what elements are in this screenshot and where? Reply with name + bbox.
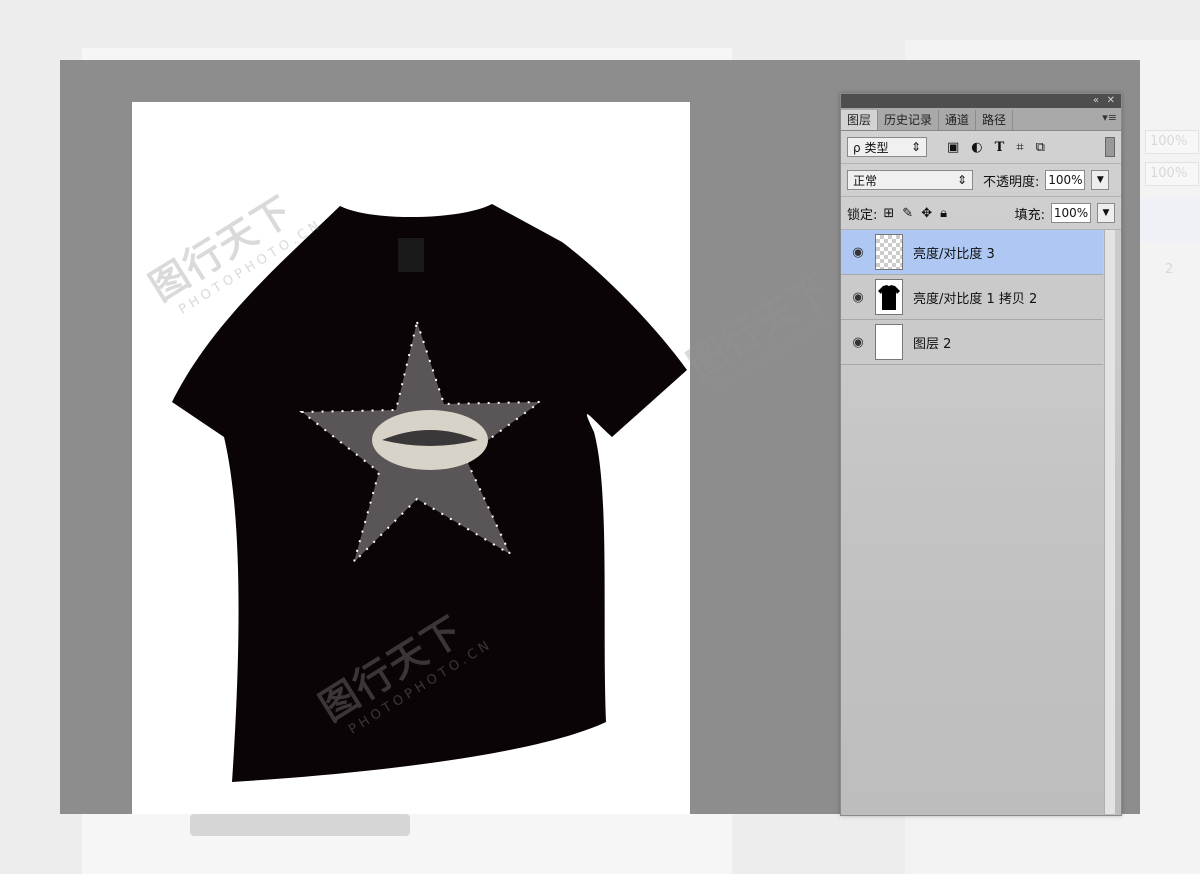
select-arrows-icon: ⇕ bbox=[910, 140, 921, 154]
panel-tabs: 图层 历史记录 通道 路径 ▾≡ bbox=[841, 108, 1121, 131]
tshirt-artwork bbox=[172, 204, 687, 782]
ghost-opacity-box: 100% bbox=[1145, 130, 1199, 154]
document-canvas[interactable]: 图行天下 PHOTOPHOTO.CN 图行天下 PHOTOPHOTO.CN bbox=[132, 102, 690, 814]
panel-menu-icon[interactable]: ▾≡ bbox=[1102, 111, 1117, 124]
layer-name: 亮度/对比度 3 bbox=[913, 246, 995, 262]
tab-history[interactable]: 历史记录 bbox=[878, 110, 940, 130]
layer-thumbnail bbox=[875, 279, 903, 315]
brush-stroke bbox=[190, 814, 410, 836]
type-filter-icon[interactable]: T bbox=[995, 140, 1005, 155]
tab-paths[interactable]: 路径 bbox=[976, 110, 1014, 130]
layer-name: 图层 2 bbox=[913, 336, 952, 352]
collapse-icon[interactable]: « bbox=[1093, 94, 1099, 108]
lock-brush-icon[interactable]: ✎ bbox=[902, 206, 913, 221]
filter-kind-label: 类型 bbox=[864, 140, 889, 155]
shape-filter-icon[interactable]: ⌗ bbox=[1016, 140, 1023, 155]
close-icon[interactable]: ✕ bbox=[1107, 94, 1115, 108]
ghost-opacity-text: 100% bbox=[1150, 134, 1188, 149]
blend-mode-value: 正常 bbox=[853, 173, 878, 188]
filter-icons: ▣ ◐ T ⌗ ⧉ bbox=[947, 140, 1045, 155]
filter-toggle-icon[interactable] bbox=[1105, 137, 1115, 157]
image-filter-icon[interactable]: ▣ bbox=[947, 140, 959, 155]
lock-move-icon[interactable]: ✥ bbox=[921, 206, 932, 221]
visibility-eye-icon[interactable]: ◉ bbox=[841, 335, 875, 350]
lock-transparent-icon[interactable]: ⊞ bbox=[883, 206, 894, 221]
ghost-digit: 2 bbox=[1165, 262, 1174, 277]
neck-tag bbox=[398, 238, 424, 272]
visibility-eye-icon[interactable]: ◉ bbox=[841, 290, 875, 305]
fill-field[interactable]: 100% bbox=[1051, 203, 1091, 223]
lock-all-icon[interactable]: 🔒︎ bbox=[940, 206, 947, 221]
layer-row[interactable]: ◉ 图层 2 bbox=[841, 320, 1103, 365]
search-icon: ρ bbox=[853, 140, 861, 155]
panel-titlebar: « ✕ bbox=[841, 94, 1121, 108]
fill-dropdown-icon[interactable]: ▼ bbox=[1097, 203, 1115, 223]
ghost-fill-text: 100% bbox=[1150, 166, 1188, 181]
ghost-fill-box: 100% bbox=[1145, 162, 1199, 186]
select-arrows-icon: ⇕ bbox=[956, 173, 967, 187]
filter-row: ρ 类型 ⇕ ▣ ◐ T ⌗ ⧉ bbox=[841, 131, 1121, 164]
tab-channels[interactable]: 通道 bbox=[939, 110, 977, 130]
lock-row: 锁定: ⊞ ✎ ✥ 🔒︎ 填充: 100% ▼ bbox=[841, 197, 1121, 230]
layers-list: ◉ 亮度/对比度 3 ◉ 亮度/对比度 1 拷贝 2 ◉ 图层 2 bbox=[841, 230, 1121, 365]
opacity-label: 不透明度: bbox=[983, 174, 1040, 190]
smart-object-filter-icon[interactable]: ⧉ bbox=[1036, 140, 1045, 155]
filter-kind-select[interactable]: ρ 类型 ⇕ bbox=[847, 137, 927, 157]
layers-panel: « ✕ 图层 历史记录 通道 路径 ▾≡ ρ 类型 ⇕ ▣ ◐ T ⌗ ⧉ 正常… bbox=[840, 93, 1122, 816]
layer-row[interactable]: ◉ 亮度/对比度 1 拷贝 2 bbox=[841, 275, 1103, 320]
layer-row[interactable]: ◉ 亮度/对比度 3 bbox=[841, 230, 1103, 275]
opacity-field[interactable]: 100% bbox=[1045, 170, 1086, 190]
blend-row: 正常 ⇕ 不透明度: 100% ▼ bbox=[841, 164, 1121, 197]
watermark: 图行天下PHOTOPHOTO.CN bbox=[675, 248, 863, 402]
blend-mode-select[interactable]: 正常 ⇕ bbox=[847, 170, 973, 190]
watermark-main: 图行天下 bbox=[679, 264, 839, 388]
adjustment-filter-icon[interactable]: ◐ bbox=[971, 140, 982, 155]
fill-label: 填充: bbox=[1014, 207, 1045, 223]
layer-name: 亮度/对比度 1 拷贝 2 bbox=[913, 291, 1038, 307]
tshirt-thumb-icon bbox=[878, 285, 900, 310]
tab-layers[interactable]: 图层 bbox=[841, 110, 879, 130]
layer-thumbnail bbox=[875, 234, 903, 270]
layer-thumbnail bbox=[875, 324, 903, 360]
lock-icons: ⊞ ✎ ✥ 🔒︎ bbox=[883, 206, 947, 221]
opacity-dropdown-icon[interactable]: ▼ bbox=[1091, 170, 1110, 190]
lock-label: 锁定: bbox=[847, 207, 878, 223]
layers-scrollbar[interactable] bbox=[1104, 230, 1115, 814]
visibility-eye-icon[interactable]: ◉ bbox=[841, 245, 875, 260]
